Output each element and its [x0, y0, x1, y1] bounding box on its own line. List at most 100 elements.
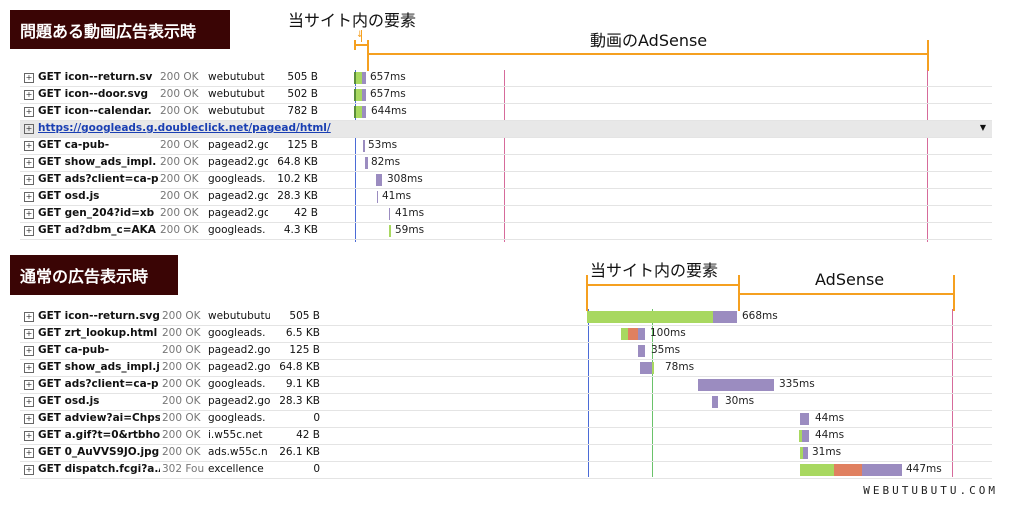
request-name: GET dispatch.fcgi?a.A [38, 463, 160, 475]
bottom-site-bracket-left [586, 275, 588, 311]
expand-icon[interactable]: + [24, 329, 34, 339]
request-timing-label: 35ms [651, 344, 681, 356]
expand-icon[interactable]: + [24, 124, 34, 134]
expand-icon[interactable]: + [24, 346, 34, 356]
request-size: 502 B [287, 88, 318, 100]
request-domain: pagead2.go [208, 361, 270, 373]
request-size: 42 B [294, 207, 318, 219]
request-domain: googleads. [208, 327, 266, 339]
expand-icon[interactable]: + [24, 431, 34, 441]
expand-icon[interactable]: + [24, 141, 34, 151]
request-row[interactable]: + GET ads?client=ca-p 200 OK googleads. 10.2… [20, 172, 992, 189]
request-row[interactable]: + GET osd.js 200 OK pagead2.go 28.3 KB 41ms [20, 189, 992, 206]
timing-bar [800, 413, 809, 425]
request-row[interactable]: + GET show_ads_impl. 200 OK pagead2.go 64.8 … [20, 155, 992, 172]
request-row[interactable]: + GET ca-pub- 200 OK pagead2.go 125 B 35ms [20, 343, 992, 360]
expand-icon[interactable]: + [24, 73, 34, 83]
request-domain: ads.w55c.n [208, 446, 268, 458]
timing-bar [800, 464, 834, 476]
expand-icon[interactable]: + [24, 175, 34, 185]
bottom-site-annotation: 当サイト内の要素 [590, 261, 719, 280]
timing-bar [362, 106, 366, 118]
bottom-adsense-bracket-right [953, 275, 955, 311]
request-size: 0 [313, 412, 320, 424]
request-row[interactable]: + GET osd.js 200 OK pagead2.go 28.3 KB 30ms [20, 394, 992, 411]
expand-icon[interactable]: + [24, 380, 34, 390]
request-size: 505 B [287, 71, 318, 83]
request-url-link[interactable]: https://googleads.g.doubleclick.net/page… [38, 122, 331, 134]
request-status: 200 OK [160, 190, 199, 202]
timing-bar [652, 362, 654, 374]
expand-icon[interactable]: + [24, 192, 34, 202]
request-domain: pagead2.go [208, 395, 270, 407]
request-domain: webutubut [208, 71, 265, 83]
expand-icon[interactable]: + [24, 209, 34, 219]
request-timing-label: 308ms [387, 173, 423, 185]
top-adsense-bracket [368, 53, 929, 55]
expand-icon[interactable]: + [24, 448, 34, 458]
request-row[interactable]: + GET zrt_lookup.html 200 OK googleads. 6.5 … [20, 326, 992, 343]
timing-bar [362, 89, 366, 101]
timing-bar [638, 328, 645, 340]
request-row[interactable]: + GET dispatch.fcgi?a.A 302 Fou excellence 0… [20, 462, 992, 479]
request-name: GET ca-pub- [38, 139, 110, 151]
request-row[interactable]: + GET icon--return.sv 200 OK webutubut 505 B… [20, 70, 992, 87]
request-row[interactable]: + GET a.gif?t=0&rtbhos 200 OK i.w55c.net 42 … [20, 428, 992, 445]
request-size: 42 B [296, 429, 320, 441]
request-name: GET a.gif?t=0&rtbhos [38, 429, 160, 441]
timing-bar [362, 72, 366, 84]
timing-bar [802, 430, 809, 442]
expand-icon[interactable]: + [24, 90, 34, 100]
request-size: 28.3 KB [279, 395, 320, 407]
request-row[interactable]: + GET ca-pub- 200 OK pagead2.go 125 B 53ms [20, 138, 992, 155]
request-status: 200 OK [162, 395, 201, 407]
expand-icon[interactable]: + [24, 312, 34, 322]
request-domain: googleads. [208, 224, 266, 236]
timing-bar [365, 157, 368, 169]
request-size: 64.8 KB [277, 156, 318, 168]
top-site-bracket-left [354, 40, 356, 50]
request-name: GET 0_AuVVS9JO.jpg [38, 446, 160, 458]
request-status: 200 OK [162, 327, 201, 339]
request-row[interactable]: + GET icon--calendar. 200 OK webutubut 782 B… [20, 104, 992, 121]
request-row[interactable]: + GET ad?dbm_c=AKA 200 OK googleads. 4.3 KB 5… [20, 223, 992, 240]
expand-icon[interactable]: + [24, 363, 34, 373]
timing-bar [389, 208, 390, 220]
top-adsense-bracket-right [927, 40, 929, 71]
request-size: 26.1 KB [279, 446, 320, 458]
expand-icon[interactable]: + [24, 226, 34, 236]
request-size: 125 B [287, 139, 318, 151]
request-row[interactable]: + GET ads?client=ca-p 200 OK googleads. 9.1 … [20, 377, 992, 394]
expand-icon[interactable]: + [24, 397, 34, 407]
request-name: GET ca-pub- [38, 344, 110, 356]
timing-bar [862, 464, 902, 476]
request-name: GET osd.js [38, 190, 100, 202]
request-domain: webutubutu [208, 310, 270, 322]
dropdown-arrow-icon[interactable]: ▼ [980, 123, 986, 132]
request-domain: pagead2.go [208, 190, 268, 202]
request-row[interactable]: + GET show_ads_impl.j 200 OK pagead2.go 64.8… [20, 360, 992, 377]
timing-bar [640, 362, 652, 374]
normal-title-badge: 通常の広告表示時 [10, 255, 178, 295]
expand-icon[interactable]: + [24, 465, 34, 475]
request-timing-label: 59ms [395, 224, 425, 236]
problem-title: 問題ある動画広告表示時 [20, 21, 197, 41]
expand-icon[interactable]: + [24, 107, 34, 117]
request-domain: pagead2.go [208, 139, 268, 151]
request-size: 125 B [289, 344, 320, 356]
request-timing-label: 100ms [650, 327, 686, 339]
request-domain: googleads. [208, 412, 266, 424]
expand-icon[interactable]: + [24, 414, 34, 424]
expand-icon[interactable]: + [24, 158, 34, 168]
request-status: 200 OK [160, 105, 199, 117]
request-group-row[interactable]: + https://googleads.g.doubleclick.net/pag… [20, 121, 992, 138]
request-row[interactable]: + GET icon--door.svg 200 OK webutubut 502 B 6… [20, 87, 992, 104]
request-row[interactable]: + GET gen_204?id=xb 200 OK pagead2.go 42 B 41… [20, 206, 992, 223]
request-row[interactable]: + GET icon--return.svg 200 OK webutubutu 505… [20, 309, 992, 326]
request-domain: pagead2.go [208, 207, 268, 219]
request-size: 0 [313, 463, 320, 475]
request-status: 200 OK [162, 429, 201, 441]
request-row[interactable]: + GET 0_AuVVS9JO.jpg 200 OK ads.w55c.n 26.1 … [20, 445, 992, 462]
request-row[interactable]: + GET adview?ai=Chps 200 OK googleads. 0 44ms [20, 411, 992, 428]
request-status: 200 OK [160, 71, 199, 83]
